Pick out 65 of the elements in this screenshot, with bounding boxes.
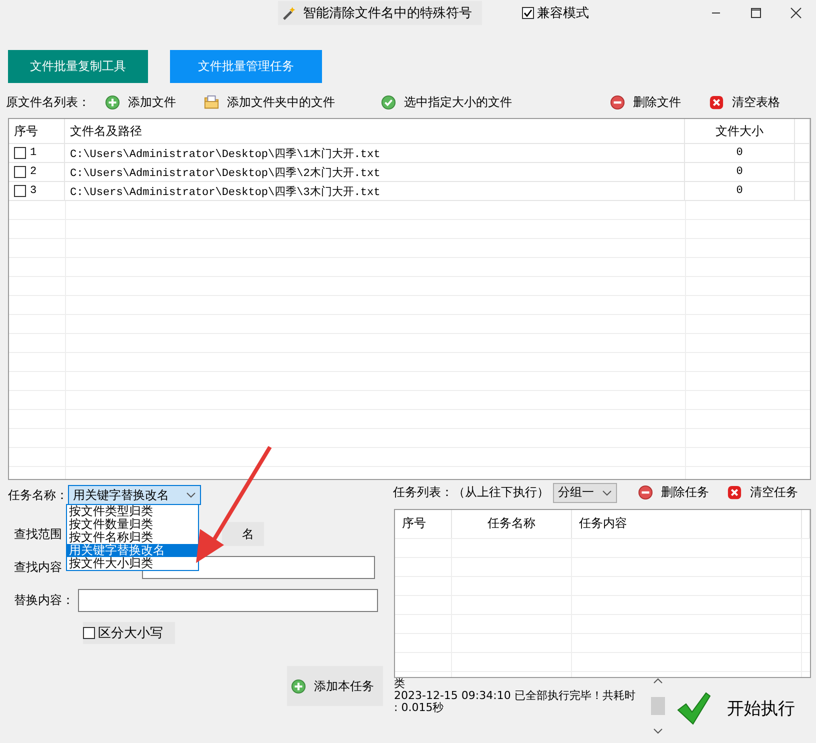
column-header: 任务内容 [579, 515, 627, 532]
field-label: 查找内容 [14, 558, 62, 576]
add-icon [291, 678, 306, 694]
add-icon [105, 94, 120, 110]
table-cell-text: C:\Users\Administrator\Desktop\四季\3木门大开.txt [70, 184, 380, 198]
toolbar-button[interactable]: 选中指定大小的文件 [378, 94, 515, 110]
scope-option[interactable]: 名 [222, 522, 264, 546]
table-cell-text: C:\Users\Administrator\Desktop\四季\2木门大开.txt [70, 166, 380, 180]
table-cell: 0 [736, 166, 743, 178]
scroll-down-icon[interactable] [653, 728, 663, 734]
toolbar-button[interactable]: 删除任务 [635, 484, 712, 502]
scrollbar-thumb[interactable] [651, 697, 665, 716]
add-task-button[interactable]: 添加本任务 [287, 666, 383, 706]
row-checkbox[interactable] [14, 185, 26, 197]
log-line: 2023-12-15 09:34:10 已全部执行完毕！共耗时 [394, 690, 636, 702]
group-dropdown[interactable]: 分组一 [553, 482, 617, 503]
minus-circle-icon [610, 94, 625, 110]
column-header: 文件名及路径 [65, 119, 685, 143]
field-label: 替换内容： [14, 592, 74, 608]
magic-wand-icon [282, 6, 297, 20]
close-icon [709, 94, 724, 110]
tab[interactable]: 文件批量复制工具 [8, 50, 148, 83]
section-label: 任务列表：（从上往下执行） [393, 484, 549, 502]
column-header: 序号 [9, 119, 65, 143]
checkmark-icon [675, 690, 711, 726]
column-header: 文件大小 [685, 119, 795, 143]
row-checkbox[interactable] [14, 147, 26, 159]
dropdown-option[interactable]: 按文件类型归类 [67, 505, 198, 518]
column-header: 序号 [402, 515, 426, 532]
log-line: 类 [394, 678, 406, 690]
toolbar-button[interactable]: 清空表格 [706, 94, 783, 110]
minus-circle-icon [638, 485, 653, 500]
checkbox-label: 区分大小写 [98, 625, 163, 642]
check-circle-icon [381, 94, 396, 110]
table-cell: 0 [736, 147, 743, 159]
dropdown-option[interactable]: 按文件大小归类 [67, 557, 198, 570]
compat-checkbox[interactable] [522, 7, 534, 19]
row-number: 3 [30, 185, 37, 197]
table-cell-text: C:\Users\Administrator\Desktop\四季\1木门大开.txt [70, 146, 380, 160]
dropdown-option[interactable]: 按文件名称归类 [67, 531, 198, 544]
folder-icon [204, 94, 219, 110]
close-icon [727, 485, 742, 500]
table-cell: 0 [736, 185, 743, 197]
toolbar-button[interactable]: 添加文件夹中的文件 [201, 94, 338, 110]
toolbar-button[interactable]: 清空任务 [724, 484, 801, 502]
column-header: 任务名称 [488, 515, 536, 532]
toolbar-button[interactable]: 删除文件 [607, 94, 684, 110]
checkbox-label: 兼容模式 [537, 5, 589, 22]
row-number: 1 [30, 147, 37, 159]
toolbar-button[interactable]: 添加文件 [102, 94, 179, 110]
dropdown-option[interactable]: 用关键字替换改名 [67, 544, 198, 557]
field-label: 查找范围 [14, 526, 62, 542]
row-number: 2 [30, 166, 37, 178]
caret-icon [186, 492, 196, 498]
scroll-up-icon[interactable] [653, 678, 663, 684]
field-label: 任务名称： [8, 486, 68, 504]
task-name-dropdown[interactable]: 用关键字替换改名 [68, 485, 201, 505]
replace-input[interactable] [78, 588, 378, 612]
window-title: 智能清除文件名中的特殊符号 [303, 5, 472, 22]
case-checkbox[interactable] [83, 627, 95, 639]
dropdown-option[interactable]: 按文件数量归类 [67, 518, 198, 531]
log-line: : 0.015秒 [394, 702, 445, 714]
section-label: 原文件名列表： [6, 94, 90, 110]
caret-icon [602, 490, 612, 496]
row-checkbox[interactable] [14, 166, 26, 178]
